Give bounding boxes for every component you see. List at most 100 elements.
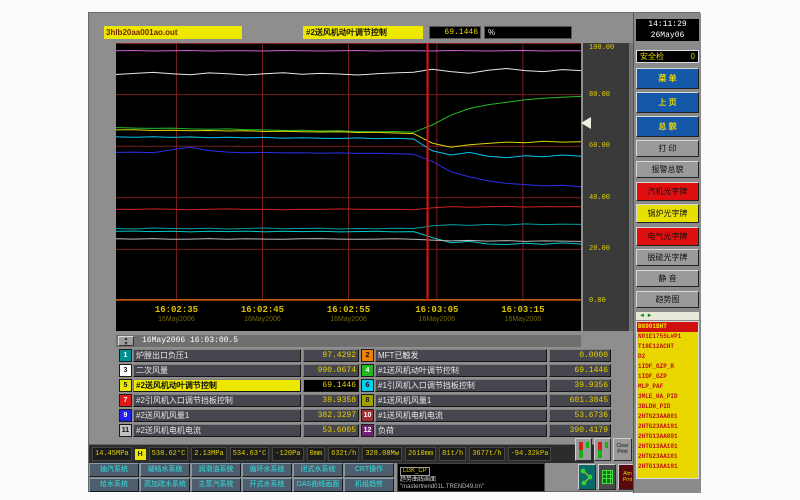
menu-button[interactable]: 菜 单 (636, 68, 699, 89)
legend-row[interactable]: 4#1送风机动叶调节控制69.1446 (361, 364, 611, 377)
tag-list-pager[interactable]: ◄ ► (636, 312, 699, 320)
alarm-summary-button[interactable]: 报警总貌 (636, 161, 699, 178)
mute-button[interactable]: 静 音 (636, 270, 699, 287)
fgd-annunciator-button[interactable]: 脱硫光字牌 (636, 249, 699, 266)
alarm-tag[interactable]: N01E1755L#P1 (637, 332, 698, 342)
pen-swatch: 6 (361, 379, 374, 392)
green-indicator-icon (605, 442, 608, 448)
status-value: 14.45MPa (92, 447, 132, 461)
x-tick: 16:03:1516May2006 (488, 305, 558, 323)
tick-date: 16May2006 (488, 316, 558, 323)
system-nav-button[interactable]: 凝结水系统 (140, 463, 190, 477)
pen-value: 53.6005 (303, 424, 359, 437)
screen-id: LGK_CP (400, 467, 430, 476)
status-value: 632t/h (328, 447, 359, 461)
selected-pen-title[interactable]: #2送风机动叶调节控制 (303, 26, 423, 39)
system-nav-button[interactable]: 润滑油系统 (191, 463, 241, 477)
status-indicator-button-1[interactable] (575, 438, 592, 461)
pen-swatch: 12 (361, 424, 374, 437)
pen-swatch: 7 (119, 394, 132, 407)
system-nav-button[interactable]: 闭式水系统 (293, 463, 343, 477)
legend-row[interactable]: 5#2送风机动叶调节控制69.1446 (119, 379, 359, 392)
alarm-tag[interactable]: 3BLDH_PID (637, 402, 698, 412)
clear-print-button[interactable]: Clear Print (613, 438, 632, 461)
trend-line-pen-magenta (116, 51, 581, 52)
alarm-tag[interactable]: 2HTG13AA101 (637, 442, 698, 452)
pen-label: #2送风机电机电流 (133, 424, 301, 437)
legend-row[interactable]: 3二次风量990.0674 (119, 364, 359, 377)
legend-row[interactable]: 9#2送风机风量1382.3297 (119, 409, 359, 422)
legend-row[interactable]: 11#2送风机电机电流53.6005 (119, 424, 359, 437)
system-nav-button[interactable]: 开式水系统 (242, 478, 292, 492)
legend-row[interactable]: 7#2引风机入口调节挡板控制39.9358 (119, 394, 359, 407)
trend-plot[interactable]: 16:02:3516May200616:02:4516May200616:02:… (116, 43, 581, 331)
alarm-tag[interactable]: 2HTG23AA101 (637, 422, 698, 432)
pen-swatch: 5 (119, 379, 132, 392)
alarm-tag[interactable]: 2HTG23AA101 (637, 452, 698, 462)
trend-file-tag[interactable]: 3hlb20aa001ao.out (104, 26, 242, 39)
legend-row[interactable]: 8#1送风机风量1601.3845 (361, 394, 611, 407)
status-value: 2610mm (405, 447, 436, 461)
tick-time: 16:02:55 (314, 305, 384, 315)
system-nav-button[interactable]: 机组趋势 (344, 478, 394, 492)
y-tick-label: 80.00 (589, 91, 610, 99)
pen-label: #2引风机入口调节挡板控制 (133, 394, 301, 407)
status-value: 2.13MPa (191, 447, 226, 461)
x-tick: 16:02:5516May2006 (314, 305, 384, 323)
pen-value: 382.3297 (303, 409, 359, 422)
data-table-button[interactable] (598, 464, 616, 490)
date-display: 26May06 (651, 31, 685, 40)
security-level-box: 安全检 0 (636, 50, 699, 63)
legend-row[interactable]: 10#1送风机电机电流53.6736 (361, 409, 611, 422)
tick-time: 16:02:35 (141, 305, 211, 315)
alarm-tag[interactable]: D2 (637, 352, 698, 362)
pen-label: #1送风机电机电流 (375, 409, 547, 422)
x-tick: 16:02:4516May2006 (227, 305, 297, 323)
overview-button[interactable]: 总 貌 (636, 116, 699, 137)
status-indicator-button-2[interactable] (594, 438, 611, 461)
pen-swatch: 9 (119, 409, 132, 422)
tick-date: 16May2006 (227, 316, 297, 323)
time-spin-control[interactable]: ▲▼ (118, 336, 134, 346)
alarm-tag[interactable]: 2HTG13AA801 (637, 432, 698, 442)
legend-row[interactable]: 1炉膛出口负压197.4292 (119, 349, 359, 362)
legend-row[interactable]: 2MFT已触发0.0000 (361, 349, 611, 362)
pen-value: 69.1446 (549, 364, 611, 377)
alarm-tag[interactable]: 3MLE_HA_PID (637, 392, 698, 402)
print-button[interactable]: 打 印 (636, 140, 699, 157)
selected-pen-value: 69.1446 (429, 26, 481, 39)
trend-canvas[interactable] (116, 43, 581, 301)
status-value: 538.62°C (149, 447, 189, 461)
system-nav-button[interactable]: DAS曲线画面 (293, 478, 343, 492)
alarm-tag[interactable]: T18E12ACHT (637, 342, 698, 352)
boiler-annunciator-button[interactable]: 锅炉光字牌 (636, 204, 699, 223)
system-nav-button[interactable]: 抽汽系统 (89, 463, 139, 477)
legend-row[interactable]: 6#1引风机入口调节挡板控制39.9356 (361, 379, 611, 392)
alarm-tag[interactable]: 1IDF_GZP (637, 372, 698, 382)
alarm-tag[interactable]: B8901BHT (637, 322, 698, 332)
system-nav-button[interactable]: 循环水系统 (242, 463, 292, 477)
pen-value: 97.4292 (303, 349, 359, 362)
alarm-tag[interactable]: 2HTG23AA801 (637, 412, 698, 422)
value-pointer-marker[interactable] (581, 117, 591, 129)
prev-page-button[interactable]: 上 页 (636, 92, 699, 113)
pen-swatch: 4 (361, 364, 374, 377)
pen-swatch: 10 (361, 409, 374, 422)
turbine-annunciator-button[interactable]: 汽机光字牌 (636, 182, 699, 201)
system-nav-button[interactable]: 主蒸汽系统 (191, 478, 241, 492)
system-nav-button[interactable]: 给水系统 (89, 478, 139, 492)
alarm-tag[interactable]: MLP_PAF (637, 382, 698, 392)
system-nav-button[interactable]: 高加疏水系统 (140, 478, 190, 492)
dcs-trend-window: 3hlb20aa001ao.out #2送风机动叶调节控制 69.1446 % … (88, 12, 700, 492)
y-tick-label: 60.00 (589, 142, 610, 150)
alarm-tag[interactable]: 1IDF_GZP_R (637, 362, 698, 372)
trend-chart-button[interactable]: 趋势图 (636, 291, 699, 308)
flow-diagram-button[interactable] (578, 464, 596, 490)
legend-row[interactable]: 12负荷390.4179 (361, 424, 611, 437)
alarm-tag[interactable]: 2HTG13AA101 (637, 462, 698, 472)
red-indicator-icon (598, 442, 602, 450)
system-nav-button[interactable]: CRT操作 (344, 463, 394, 477)
status-value: 328.08Mw (362, 447, 402, 461)
pen-label: #1送风机风量1 (375, 394, 547, 407)
electrical-annunciator-button[interactable]: 电气光字牌 (636, 227, 699, 246)
